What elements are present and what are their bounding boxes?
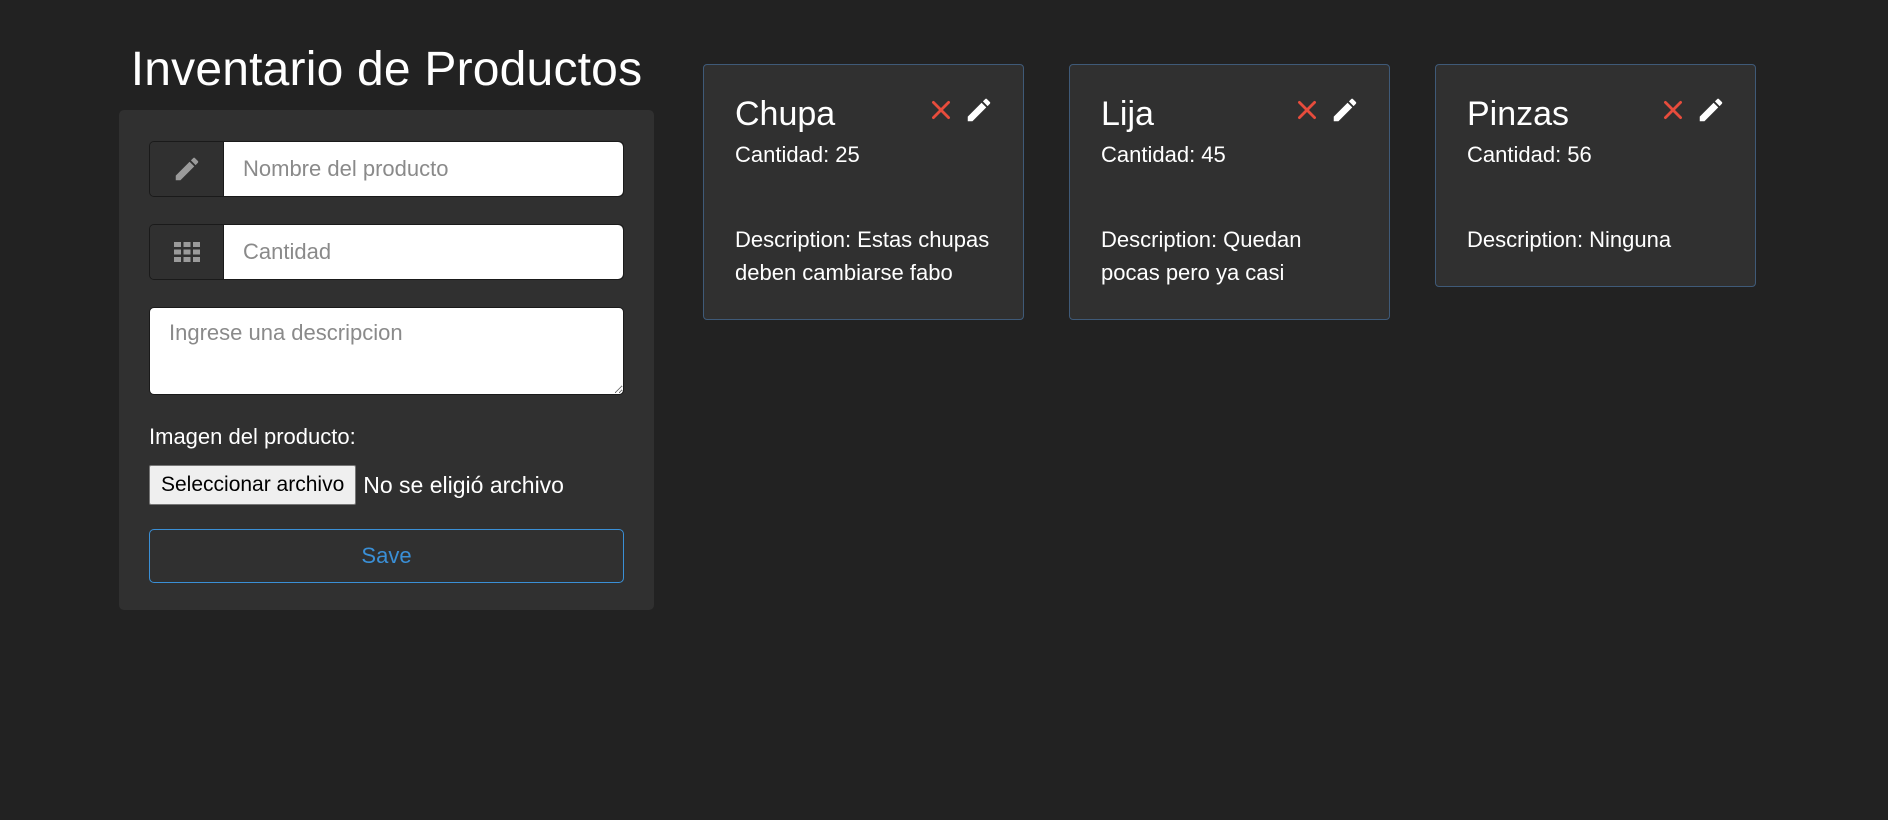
product-name-input[interactable] xyxy=(224,142,623,196)
description-text: Ninguna xyxy=(1589,227,1672,252)
product-description: Description: Estas chupas deben cambiarse… xyxy=(735,223,992,289)
page-title: Inventario de Productos xyxy=(130,43,643,96)
name-input-group xyxy=(149,141,624,197)
pencil-icon[interactable] xyxy=(1330,95,1360,125)
product-card: Lija Cantidad: 45 Description: Quedan poc… xyxy=(1069,64,1390,320)
quantity-input-group xyxy=(149,224,624,280)
product-form-column: Inventario de Productos Nombre del produ… xyxy=(119,40,654,610)
card-header: Pinzas xyxy=(1467,93,1724,135)
card-header: Lija xyxy=(1101,93,1358,135)
file-status-text: No se eligió archivo xyxy=(363,471,564,498)
grid-icon xyxy=(150,225,224,279)
description-label: Description: xyxy=(735,227,852,252)
description-label: Description: xyxy=(1101,227,1218,252)
file-picker: Seleccionar archivo No se eligió archivo xyxy=(149,465,624,505)
product-form: Imagen del producto: Seleccionar archivo… xyxy=(119,110,654,610)
card-header: Chupa xyxy=(735,93,992,135)
description-textarea[interactable] xyxy=(149,307,624,395)
product-card-list: Chupa Cantidad: 25 Description: Estas chu… xyxy=(703,64,1756,320)
save-button[interactable]: Save xyxy=(149,529,624,583)
pencil-icon[interactable] xyxy=(1696,95,1726,125)
quantity-input[interactable] xyxy=(224,225,623,279)
product-quantity: Cantidad: 45 xyxy=(1101,142,1226,167)
card-actions xyxy=(1660,95,1726,125)
product-quantity: Cantidad: 56 xyxy=(1467,142,1592,167)
product-card: Chupa Cantidad: 25 Description: Estas chu… xyxy=(703,64,1024,320)
close-icon[interactable] xyxy=(1294,97,1320,123)
product-name: Pinzas xyxy=(1467,95,1570,133)
pencil-icon[interactable] xyxy=(964,95,994,125)
close-icon[interactable] xyxy=(1660,97,1686,123)
product-name: Chupa xyxy=(735,95,836,133)
product-description: Description: Quedan pocas pero ya casi xyxy=(1101,223,1358,289)
product-quantity: Cantidad: 25 xyxy=(735,142,860,167)
card-actions xyxy=(1294,95,1360,125)
pencil-icon xyxy=(150,142,224,196)
description-label: Description: xyxy=(1467,227,1584,252)
card-actions xyxy=(928,95,994,125)
product-description: Description: Ninguna xyxy=(1467,223,1724,256)
product-name: Lija xyxy=(1101,95,1154,133)
choose-file-button[interactable]: Seleccionar archivo xyxy=(149,465,357,505)
product-card: Pinzas Cantidad: 56 Description: Ninguna xyxy=(1435,64,1756,287)
page: Inventario de Productos Nombre del produ… xyxy=(0,0,1888,820)
close-icon[interactable] xyxy=(928,97,954,123)
image-label: Imagen del producto: xyxy=(149,424,356,449)
